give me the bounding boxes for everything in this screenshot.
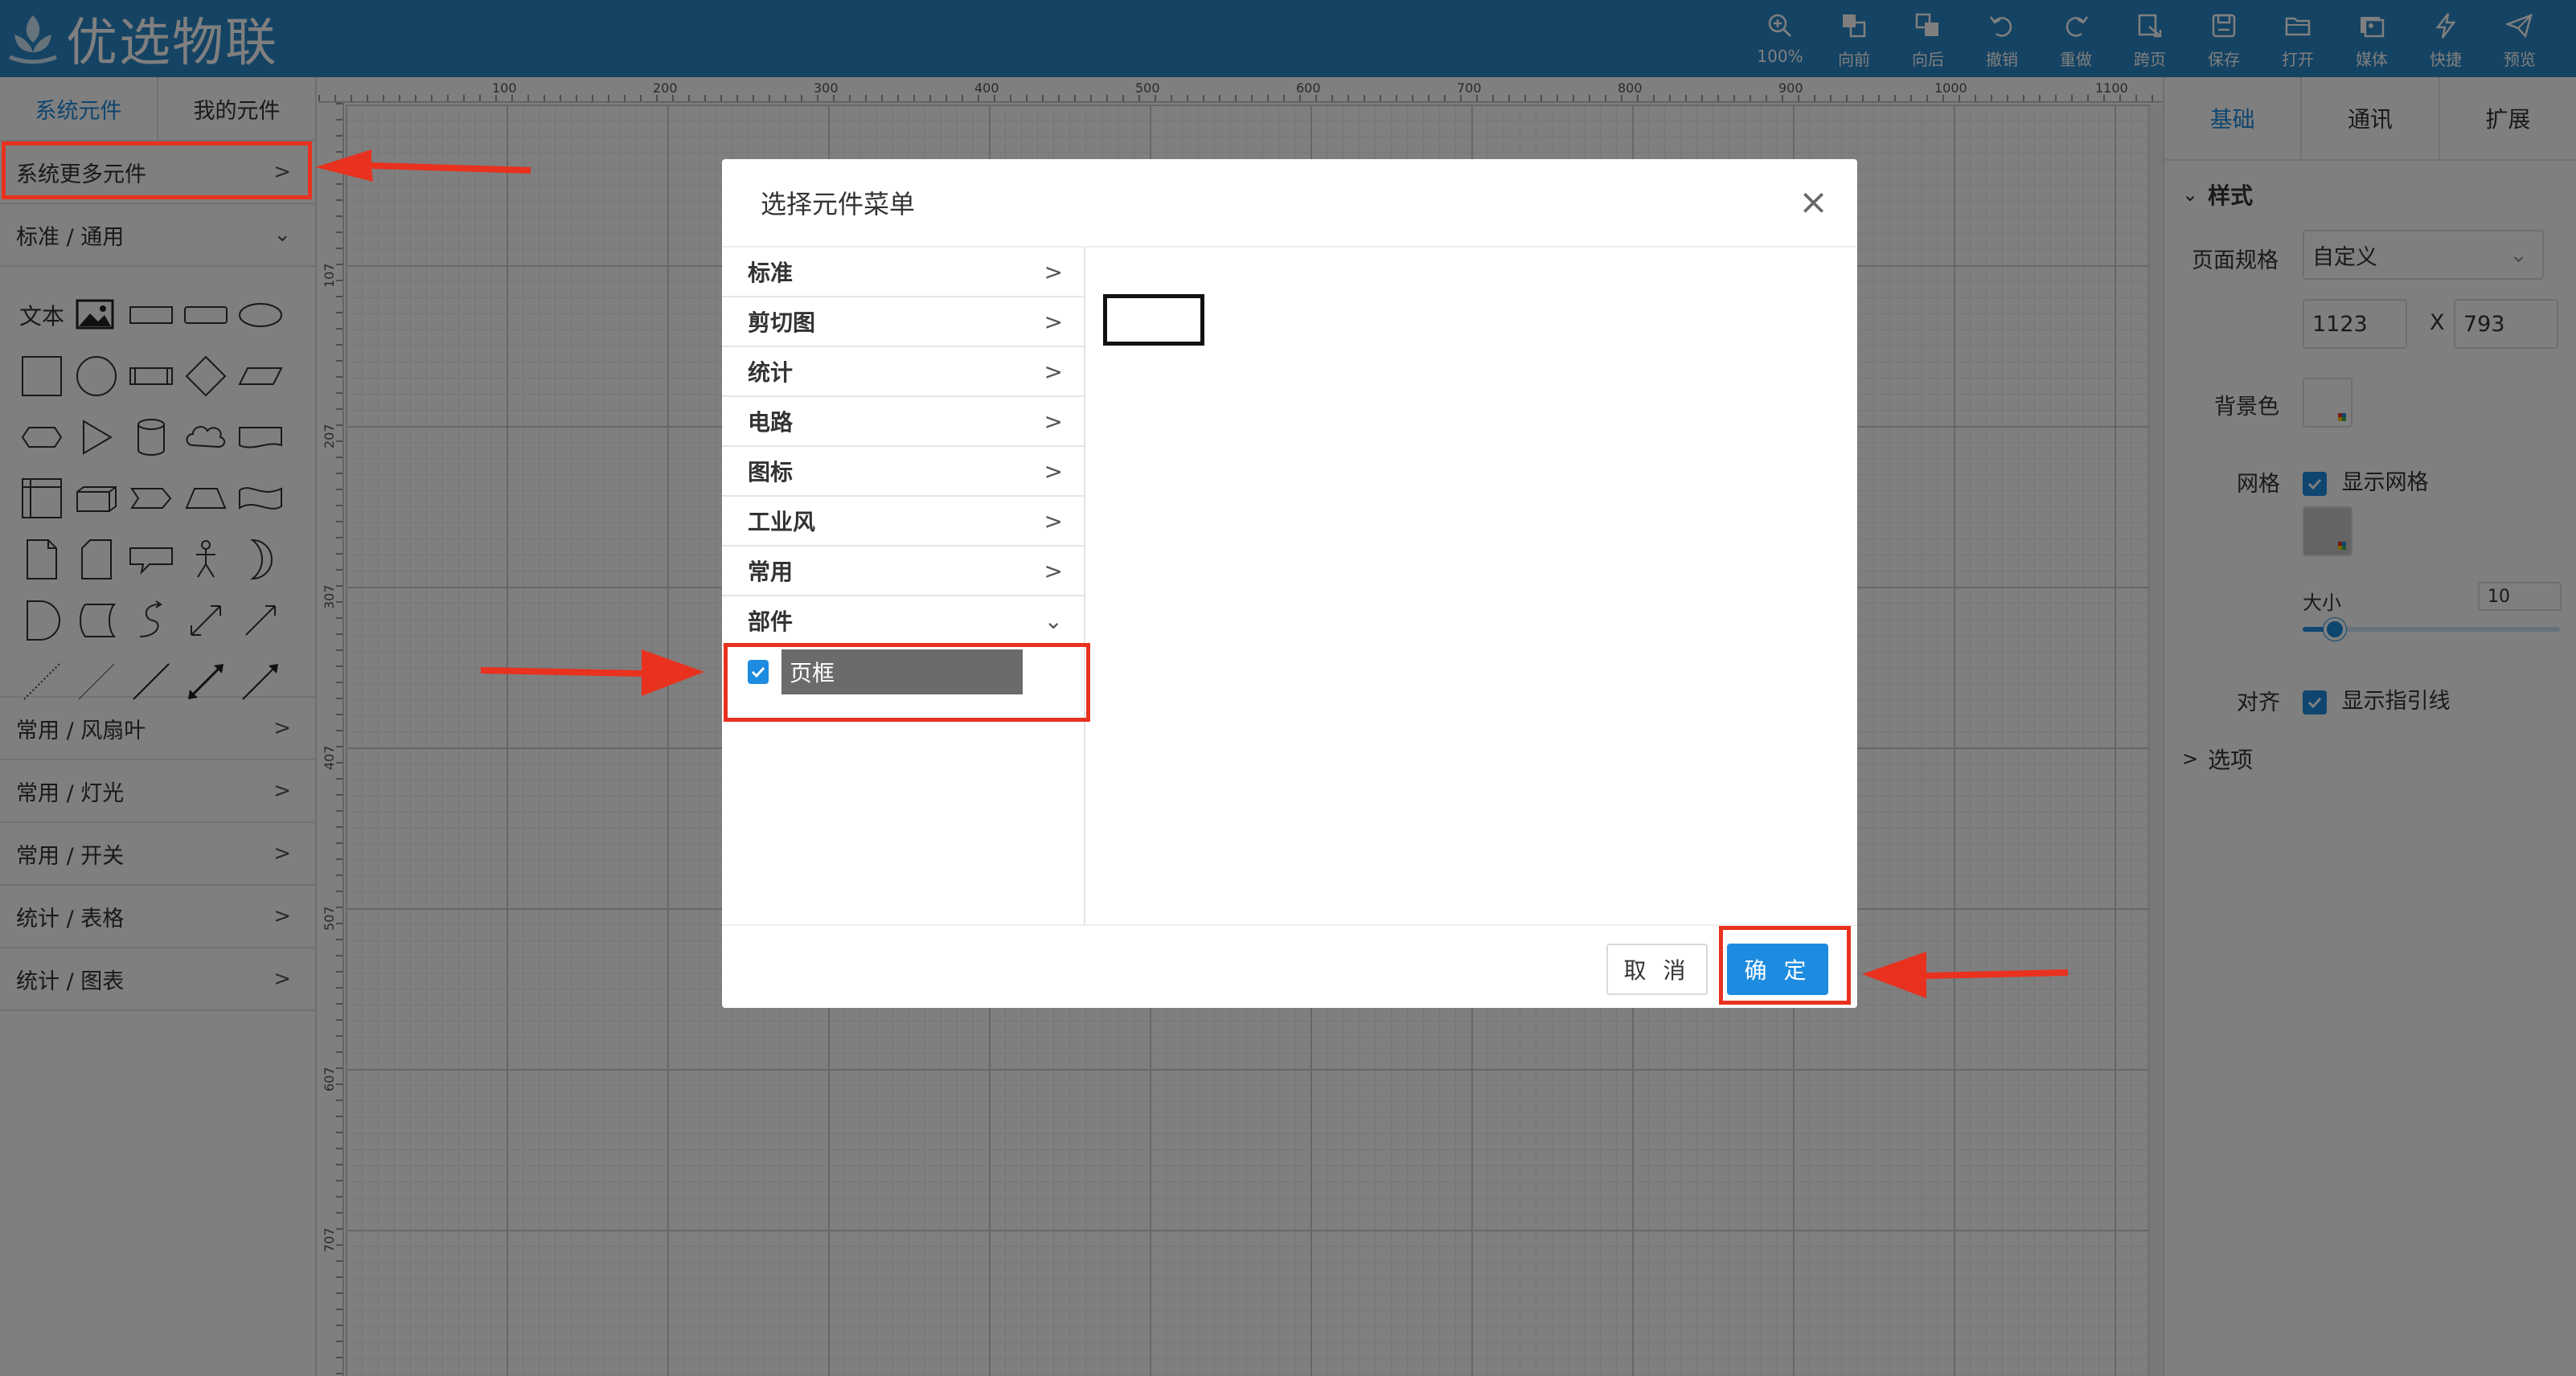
- menu-item-label: 常用: [748, 559, 794, 585]
- annotation-arrow-right: [481, 649, 704, 696]
- chevron-right-icon: >: [1044, 358, 1063, 385]
- menu-item-circuit[interactable]: 电路 >: [722, 397, 1084, 447]
- chevron-right-icon: >: [1044, 557, 1063, 584]
- menu-item-label: 部件: [748, 608, 794, 635]
- component-category-menu: 标准 > 剪切图 > 统计 > 电路 > 图标 > 工业风 > 常用 > 部件 ⌄ 页框: [722, 248, 1085, 924]
- menu-item-clipart[interactable]: 剪切图 >: [722, 297, 1084, 347]
- menu-item-label: 标准: [748, 260, 794, 286]
- annotation-arrow-left: [1862, 952, 2068, 998]
- annotation-highlight-more-components: [2, 141, 312, 199]
- chevron-right-icon: >: [1044, 308, 1063, 335]
- menu-item-common[interactable]: 常用 >: [722, 547, 1084, 596]
- menu-item-label: 工业风: [748, 509, 816, 535]
- menu-item-label: 剪切图: [748, 309, 816, 336]
- chevron-right-icon: >: [1044, 457, 1063, 485]
- cancel-button[interactable]: 取 消: [1606, 944, 1708, 995]
- menu-item-standard[interactable]: 标准 >: [722, 248, 1084, 297]
- annotation-highlight-page-frame: [724, 643, 1090, 722]
- dialog-header: 选择元件菜单 ×: [722, 159, 1857, 248]
- chevron-right-icon: >: [1044, 507, 1063, 534]
- menu-item-statistics[interactable]: 统计 >: [722, 347, 1084, 397]
- dialog-footer: 取 消 确 定: [722, 924, 1857, 1008]
- chevron-down-icon: ⌄: [1044, 607, 1063, 634]
- annotation-arrow-left: [315, 149, 531, 182]
- menu-item-label: 电路: [748, 409, 794, 436]
- chevron-right-icon: >: [1044, 258, 1063, 285]
- menu-item-industrial[interactable]: 工业风 >: [722, 497, 1084, 547]
- close-icon[interactable]: ×: [1799, 185, 1828, 220]
- chevron-right-icon: >: [1044, 407, 1063, 435]
- dialog-title: 选择元件菜单: [761, 189, 916, 219]
- page-frame-preview[interactable]: [1103, 294, 1204, 346]
- menu-item-parts[interactable]: 部件 ⌄: [722, 596, 1084, 646]
- annotation-highlight-confirm: [1719, 926, 1851, 1005]
- component-menu-dialog: 选择元件菜单 × 标准 > 剪切图 > 统计 > 电路 > 图标 > 工业风 > 常用 > 部…: [722, 159, 1857, 1008]
- menu-item-label: 统计: [748, 359, 794, 386]
- menu-item-icons[interactable]: 图标 >: [722, 447, 1084, 497]
- menu-item-label: 图标: [748, 459, 794, 485]
